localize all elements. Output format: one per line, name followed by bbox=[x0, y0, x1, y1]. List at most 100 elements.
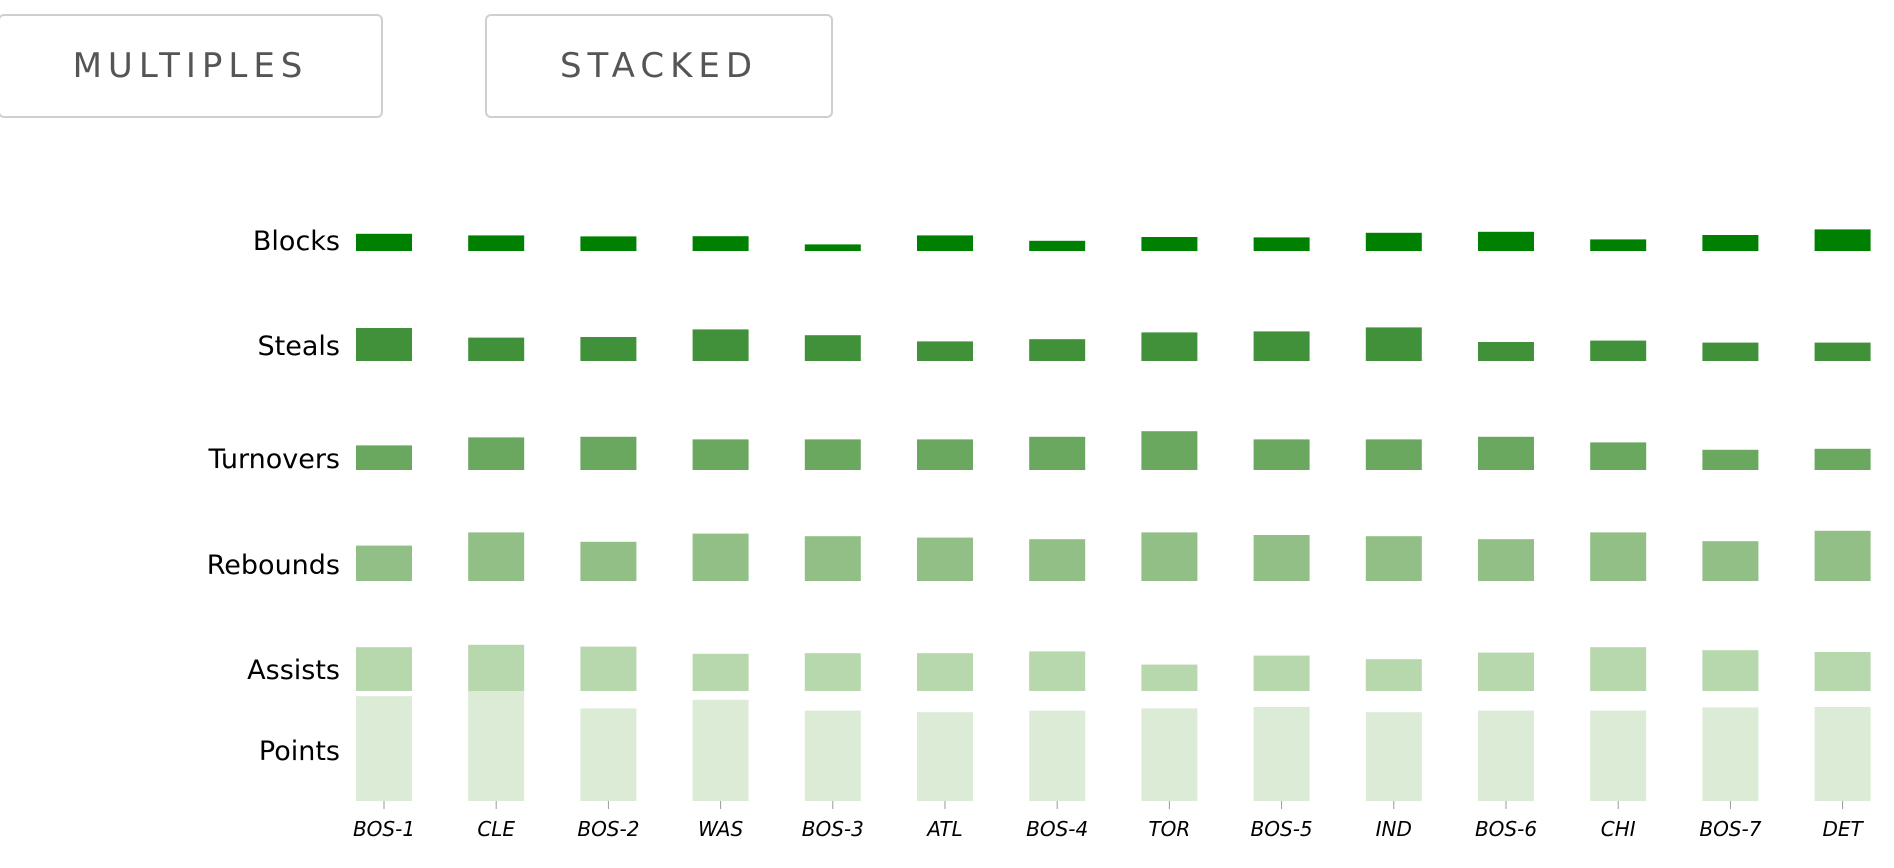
bar-steals-tor bbox=[1141, 332, 1198, 361]
bar-rebounds-bos-1 bbox=[356, 545, 412, 581]
bar-turnovers-bos-6 bbox=[1478, 436, 1534, 470]
bar-assists-bos-5 bbox=[1253, 655, 1310, 691]
bar-rebounds-bos-4 bbox=[1029, 539, 1086, 581]
bar-blocks-bos-3 bbox=[804, 244, 861, 251]
bar-steals-chi bbox=[1590, 340, 1647, 361]
series-label-steals: Steals bbox=[258, 331, 340, 362]
series-label-points: Points bbox=[259, 736, 340, 767]
bar-turnovers-bos-7 bbox=[1702, 449, 1759, 470]
x-tick-label: BOS-1 bbox=[353, 817, 415, 841]
bar-steals-bos-6 bbox=[1478, 342, 1534, 361]
bar-steals-cle bbox=[468, 337, 525, 361]
bar-points-tor bbox=[1141, 708, 1198, 801]
bar-rebounds-cle bbox=[468, 532, 525, 581]
bar-rebounds-was bbox=[692, 533, 749, 581]
bar-points-bos-1 bbox=[356, 696, 412, 801]
bar-turnovers-bos-2 bbox=[580, 436, 637, 470]
bar-turnovers-ind bbox=[1365, 439, 1422, 470]
x-tick-label: CHI bbox=[1601, 817, 1636, 841]
bar-steals-bos-4 bbox=[1029, 339, 1086, 361]
bar-turnovers-atl bbox=[917, 439, 973, 470]
bar-assists-tor bbox=[1141, 664, 1198, 691]
x-tick-label: TOR bbox=[1148, 817, 1190, 841]
x-tick-label: BOS-3 bbox=[802, 817, 864, 841]
series-label-blocks: Blocks bbox=[253, 226, 340, 257]
series-label-rebounds: Rebounds bbox=[207, 550, 340, 581]
bar-blocks-tor bbox=[1141, 237, 1198, 251]
bar-assists-bos-6 bbox=[1478, 652, 1534, 691]
bar-points-was bbox=[692, 699, 749, 801]
bar-blocks-ind bbox=[1365, 232, 1422, 251]
bar-rebounds-bos-5 bbox=[1253, 535, 1310, 581]
bar-turnovers-was bbox=[692, 439, 749, 470]
bar-points-cle bbox=[468, 691, 525, 801]
bar-chart: Blocks Steals Turnovers Rebounds Assists Poin… bbox=[207, 226, 1871, 841]
bar-assists-was bbox=[692, 653, 749, 691]
bar-points-bos-5 bbox=[1253, 707, 1310, 801]
x-tick-label: IND bbox=[1376, 817, 1412, 841]
bar-points-bos-6 bbox=[1478, 710, 1534, 801]
bar-steals-bos-3 bbox=[804, 335, 861, 361]
bar-blocks-cle bbox=[468, 235, 525, 251]
bar-turnovers-bos-4 bbox=[1029, 436, 1086, 470]
bar-steals-det bbox=[1814, 342, 1871, 361]
bar-assists-bos-4 bbox=[1029, 651, 1086, 691]
bar-rebounds-bos-6 bbox=[1478, 539, 1534, 581]
bar-rebounds-tor bbox=[1141, 532, 1198, 581]
bar-rebounds-chi bbox=[1590, 532, 1647, 581]
bar-rebounds-ind bbox=[1365, 536, 1422, 581]
x-tick-label: BOS-5 bbox=[1251, 817, 1313, 841]
x-tick-label: DET bbox=[1822, 817, 1864, 841]
x-tick-label: BOS-6 bbox=[1475, 817, 1537, 841]
bar-turnovers-cle bbox=[468, 437, 525, 470]
bar-points-bos-2 bbox=[580, 708, 637, 801]
bar-assists-bos-1 bbox=[356, 647, 412, 691]
bar-blocks-det bbox=[1814, 229, 1871, 251]
x-tick-label: BOS-2 bbox=[577, 817, 639, 841]
bar-assists-ind bbox=[1365, 659, 1422, 691]
bar-steals-atl bbox=[917, 341, 973, 361]
bar-blocks-bos-4 bbox=[1029, 240, 1086, 251]
bar-assists-cle bbox=[468, 644, 525, 691]
bar-steals-bos-5 bbox=[1253, 331, 1310, 361]
bar-steals-bos-1 bbox=[356, 328, 412, 361]
bar-points-det bbox=[1814, 707, 1871, 801]
bar-points-chi bbox=[1590, 710, 1647, 801]
bar-rebounds-det bbox=[1814, 530, 1871, 581]
bar-blocks-bos-1 bbox=[356, 233, 412, 251]
bar-turnovers-bos-5 bbox=[1253, 439, 1310, 470]
bar-steals-was bbox=[692, 329, 749, 361]
bar-rebounds-bos-2 bbox=[580, 541, 637, 581]
bar-turnovers-chi bbox=[1590, 442, 1647, 470]
bar-assists-chi bbox=[1590, 647, 1647, 691]
bar-blocks-bos-6 bbox=[1478, 231, 1534, 251]
bar-steals-bos-2 bbox=[580, 337, 637, 361]
bar-turnovers-bos-3 bbox=[804, 439, 861, 470]
bar-assists-bos-2 bbox=[580, 646, 637, 691]
bar-assists-bos-7 bbox=[1702, 650, 1759, 691]
x-tick-label: BOS-4 bbox=[1026, 817, 1088, 841]
bar-blocks-atl bbox=[917, 235, 973, 251]
series-label-turnovers: Turnovers bbox=[207, 444, 340, 475]
bar-rebounds-bos-7 bbox=[1702, 541, 1759, 581]
bar-blocks-was bbox=[692, 236, 749, 251]
bar-rebounds-bos-3 bbox=[804, 536, 861, 581]
x-tick-label: WAS bbox=[698, 817, 743, 841]
bar-points-atl bbox=[917, 712, 973, 801]
bar-steals-bos-7 bbox=[1702, 342, 1759, 361]
bar-points-ind bbox=[1365, 712, 1422, 801]
x-tick-label: BOS-7 bbox=[1699, 817, 1761, 841]
bar-blocks-chi bbox=[1590, 239, 1647, 251]
bar-blocks-bos-2 bbox=[580, 236, 637, 251]
x-tick-label: CLE bbox=[477, 817, 515, 841]
bar-turnovers-bos-1 bbox=[356, 445, 412, 470]
series-label-assists: Assists bbox=[247, 655, 340, 686]
bar-blocks-bos-5 bbox=[1253, 237, 1310, 251]
bar-rebounds-atl bbox=[917, 537, 973, 581]
bar-points-bos-4 bbox=[1029, 710, 1086, 801]
bar-assists-atl bbox=[917, 653, 973, 691]
bar-blocks-bos-7 bbox=[1702, 235, 1759, 251]
x-tick-label: ATL bbox=[925, 817, 963, 841]
bar-steals-ind bbox=[1365, 327, 1422, 361]
bar-assists-det bbox=[1814, 652, 1871, 691]
